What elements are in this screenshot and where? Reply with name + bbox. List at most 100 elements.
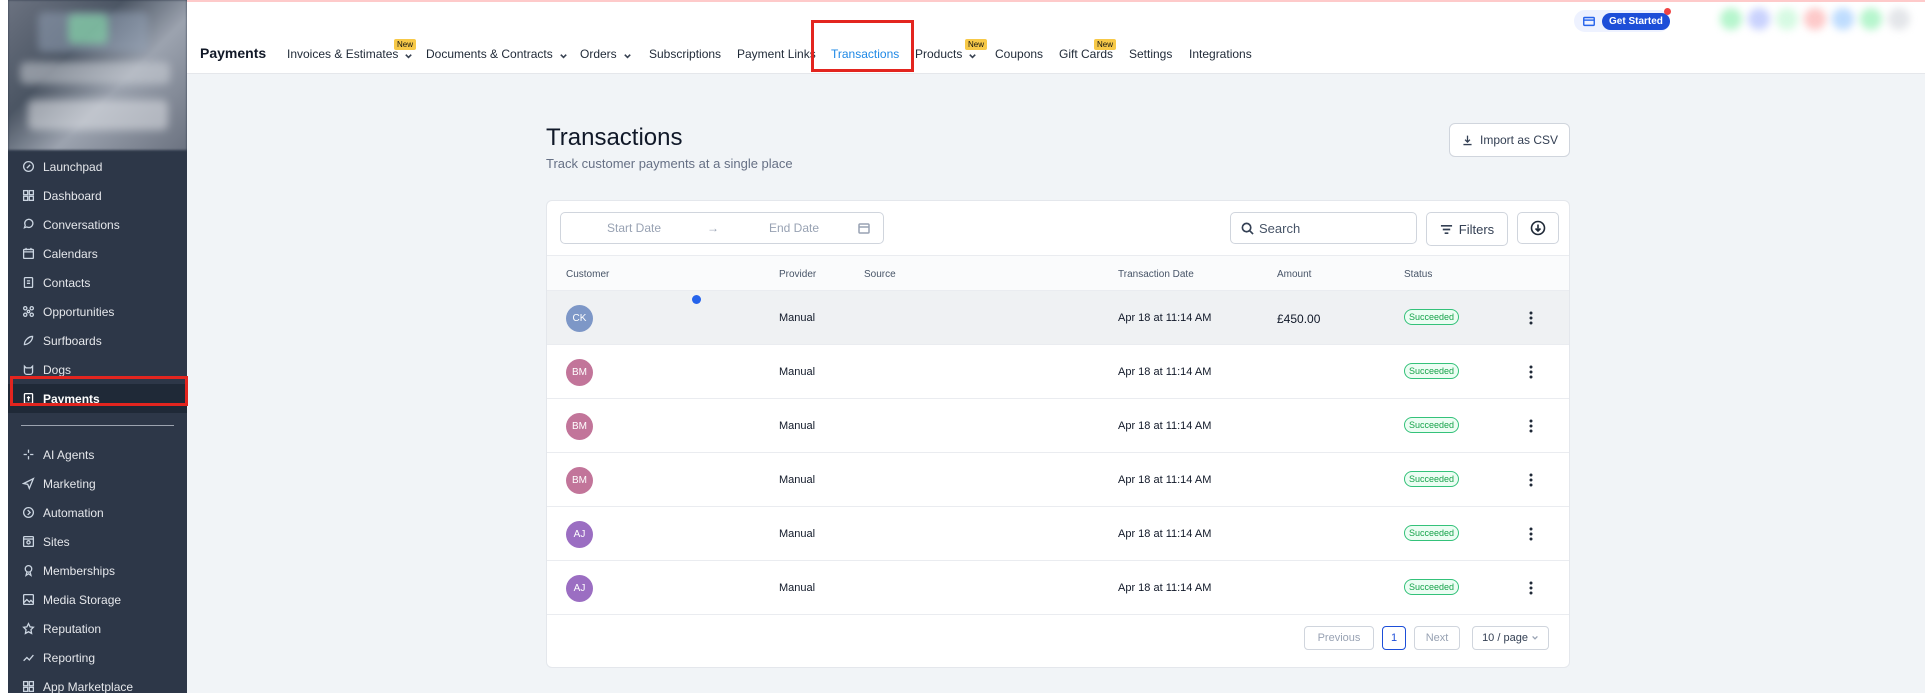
tab-gift-cards[interactable]: Gift Cards New bbox=[1059, 39, 1117, 61]
page-size-label: 10 / page bbox=[1482, 632, 1528, 644]
table-row[interactable]: AJ Manual Apr 18 at 11:14 AM Succeeded bbox=[547, 561, 1569, 615]
sidebar-item-media-storage[interactable]: Media Storage bbox=[8, 585, 187, 614]
sidebar-item-automation[interactable]: Automation bbox=[8, 498, 187, 527]
date-cell: Apr 18 at 11:14 AM bbox=[1118, 420, 1212, 432]
import-csv-label: Import as CSV bbox=[1479, 133, 1559, 147]
sidebar-item-launchpad[interactable]: Launchpad bbox=[8, 152, 187, 181]
sidebar-item-label: Surfboards bbox=[43, 333, 102, 348]
sidebar-item-dashboard[interactable]: Dashboard bbox=[8, 181, 187, 210]
start-date-placeholder[interactable]: Start Date bbox=[607, 221, 661, 235]
get-started-widget[interactable]: Get Started bbox=[1574, 10, 1670, 32]
automation-icon bbox=[21, 506, 35, 520]
tab-orders[interactable]: Orders bbox=[580, 47, 632, 61]
chart-icon bbox=[21, 651, 35, 665]
search-box[interactable] bbox=[1230, 212, 1417, 244]
sidebar-item-memberships[interactable]: Memberships bbox=[8, 556, 187, 585]
sidebar-item-label: App Marketplace bbox=[43, 679, 134, 693]
avatar: CK bbox=[566, 305, 593, 332]
more-actions-icon[interactable] bbox=[1525, 362, 1537, 382]
sidebar: Launchpad Dashboard Conversations Calend… bbox=[0, 0, 187, 693]
tab-label: Documents & Contracts bbox=[426, 47, 553, 61]
sidebar-divider bbox=[21, 425, 174, 426]
sidebar-item-calendars[interactable]: Calendars bbox=[8, 239, 187, 268]
surfboard-icon bbox=[21, 334, 35, 348]
tab-label: Settings bbox=[1129, 47, 1173, 61]
column-transaction-date[interactable]: Transaction Date bbox=[1118, 269, 1194, 280]
search-input[interactable] bbox=[1259, 220, 1409, 236]
tab-payment-links[interactable]: Payment Links bbox=[737, 47, 816, 61]
tab-coupons[interactable]: Coupons bbox=[995, 47, 1043, 61]
sidebar-panel: Launchpad Dashboard Conversations Calend… bbox=[8, 0, 187, 693]
table-row[interactable]: AJ Manual Apr 18 at 11:14 AM Succeeded bbox=[547, 507, 1569, 561]
next-page-button[interactable]: Next bbox=[1414, 626, 1460, 650]
page-subtitle: Track customer payments at a single plac… bbox=[546, 156, 793, 171]
table-row[interactable]: BM Manual Apr 18 at 11:14 AM Succeeded bbox=[547, 399, 1569, 453]
tab-subscriptions[interactable]: Subscriptions bbox=[649, 47, 721, 61]
page-size-select[interactable]: 10 / page bbox=[1472, 626, 1549, 650]
sidebar-item-conversations[interactable]: Conversations bbox=[8, 210, 187, 239]
sidebar-item-ai-agents[interactable]: AI Agents bbox=[8, 440, 187, 469]
tab-invoices-estimates[interactable]: Invoices & Estimates New bbox=[287, 39, 417, 61]
table-row[interactable]: BM Manual Apr 18 at 11:14 AM Succeeded bbox=[547, 453, 1569, 507]
sidebar-item-surfboards[interactable]: Surfboards bbox=[8, 326, 187, 355]
sidebar-item-label: Opportunities bbox=[43, 304, 115, 319]
page-1-button[interactable]: 1 bbox=[1382, 626, 1406, 650]
sites-icon bbox=[21, 535, 35, 549]
account-switcher-blurred[interactable] bbox=[8, 0, 187, 150]
tab-products[interactable]: Products New bbox=[915, 39, 988, 61]
column-amount[interactable]: Amount bbox=[1277, 269, 1311, 280]
sidebar-item-label: Memberships bbox=[43, 563, 116, 578]
sidebar-item-label: Dogs bbox=[43, 362, 72, 377]
more-actions-icon[interactable] bbox=[1525, 416, 1537, 436]
date-range-picker[interactable]: Start Date → End Date bbox=[560, 212, 884, 244]
tab-integrations[interactable]: Integrations bbox=[1189, 47, 1252, 61]
date-cell: Apr 18 at 11:14 AM bbox=[1118, 312, 1212, 324]
membership-icon bbox=[21, 564, 35, 578]
transactions-card: Start Date → End Date Filters Customer P… bbox=[546, 200, 1570, 668]
date-cell: Apr 18 at 11:14 AM bbox=[1118, 366, 1212, 378]
filters-button[interactable]: Filters bbox=[1426, 212, 1508, 246]
previous-page-button[interactable]: Previous bbox=[1304, 626, 1374, 650]
column-provider[interactable]: Provider bbox=[779, 269, 816, 280]
more-actions-icon[interactable] bbox=[1525, 470, 1537, 490]
section-title: Payments bbox=[200, 45, 267, 61]
export-button[interactable] bbox=[1517, 212, 1559, 244]
sidebar-item-reputation[interactable]: Reputation bbox=[8, 614, 187, 643]
sidebar-item-reporting[interactable]: Reporting bbox=[8, 643, 187, 672]
download-circle-icon bbox=[1530, 220, 1546, 236]
sidebar-item-label: Calendars bbox=[43, 246, 98, 261]
sidebar-item-contacts[interactable]: Contacts bbox=[8, 268, 187, 297]
contacts-icon bbox=[21, 276, 35, 290]
header-avatars-blurred[interactable] bbox=[1720, 8, 1920, 34]
status-badge: Succeeded bbox=[1404, 471, 1460, 487]
column-customer[interactable]: Customer bbox=[566, 269, 609, 280]
page-title: Transactions bbox=[546, 124, 683, 151]
sidebar-item-app-marketplace[interactable]: App Marketplace bbox=[8, 672, 187, 693]
table-row[interactable]: BM Manual Apr 18 at 11:14 AM Succeeded bbox=[547, 345, 1569, 399]
get-started-button[interactable]: Get Started bbox=[1602, 12, 1670, 30]
provider-cell: Manual bbox=[779, 474, 816, 486]
image-icon bbox=[21, 593, 35, 607]
column-source[interactable]: Source bbox=[864, 269, 896, 280]
new-badge: New bbox=[394, 39, 417, 50]
payments-highlight-box bbox=[10, 376, 188, 406]
sidebar-item-label: Dashboard bbox=[43, 188, 102, 203]
more-actions-icon[interactable] bbox=[1525, 308, 1537, 328]
transactions-highlight-box bbox=[811, 20, 914, 72]
column-status[interactable]: Status bbox=[1404, 269, 1432, 280]
end-date-placeholder[interactable]: End Date bbox=[769, 221, 819, 235]
more-actions-icon[interactable] bbox=[1525, 578, 1537, 598]
sidebar-item-marketing[interactable]: Marketing bbox=[8, 469, 187, 498]
import-csv-button[interactable]: Import as CSV bbox=[1449, 123, 1570, 157]
sidebar-item-label: Contacts bbox=[43, 275, 91, 290]
sidebar-item-sites[interactable]: Sites bbox=[8, 527, 187, 556]
tab-documents-contracts[interactable]: Documents & Contracts bbox=[426, 47, 568, 61]
sidebar-item-label: Conversations bbox=[43, 217, 120, 232]
calendar-icon bbox=[858, 222, 870, 234]
date-cell: Apr 18 at 11:14 AM bbox=[1118, 474, 1212, 486]
more-actions-icon[interactable] bbox=[1525, 524, 1537, 544]
sidebar-item-opportunities[interactable]: Opportunities bbox=[8, 297, 187, 326]
status-badge: Succeeded bbox=[1404, 525, 1460, 541]
tab-settings[interactable]: Settings bbox=[1129, 47, 1172, 61]
notification-dot bbox=[1664, 8, 1671, 15]
